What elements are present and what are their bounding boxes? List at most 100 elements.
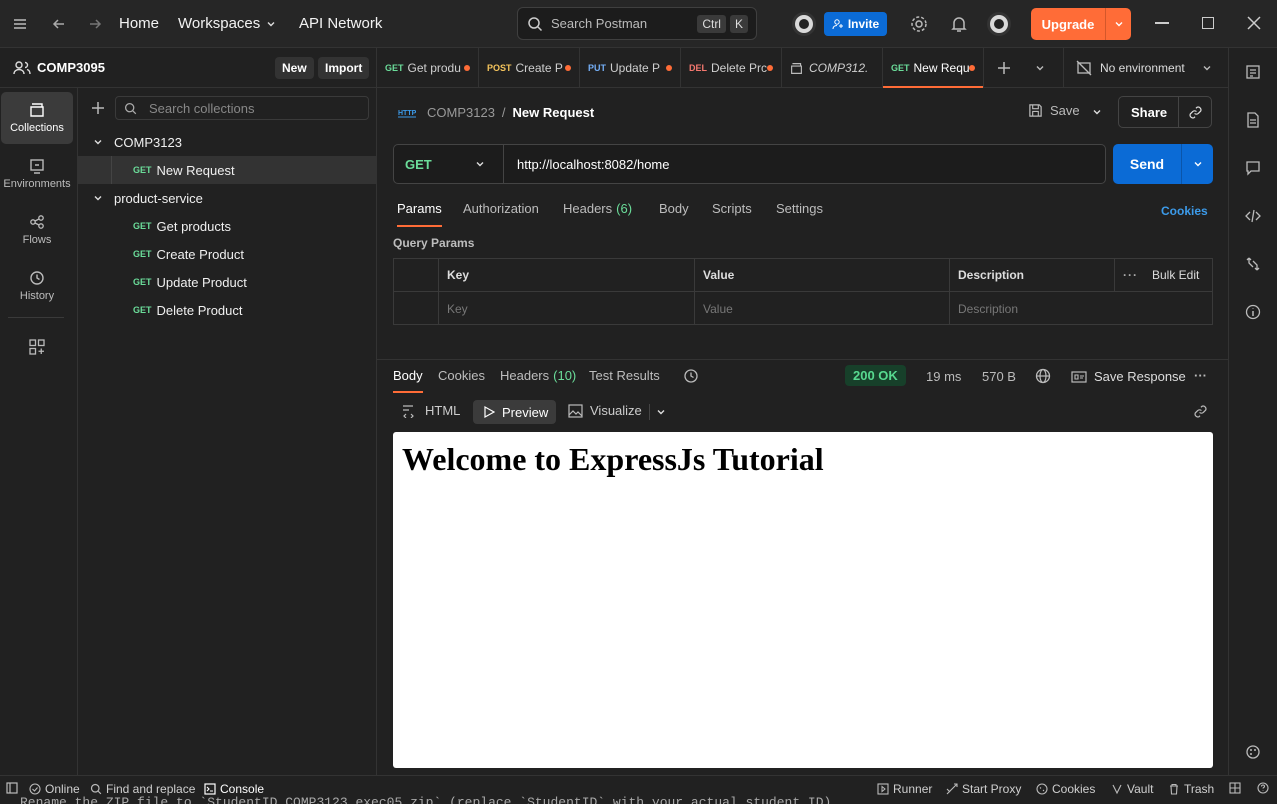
search-input[interactable]: Search Postman Ctrl K	[517, 7, 757, 40]
configure-sidebar-icon[interactable]	[29, 339, 45, 355]
toggle-sidebar-icon[interactable]	[6, 782, 18, 794]
tab-scripts[interactable]: Scripts	[712, 201, 752, 227]
request-get-products[interactable]: GET Get products	[78, 212, 376, 240]
tab-headers[interactable]: Headers (6)	[563, 201, 632, 227]
send-button[interactable]: Send	[1113, 144, 1213, 184]
tab-create-product[interactable]: POST Create P	[479, 48, 580, 88]
bulk-edit-button[interactable]: Bulk Edit	[1152, 268, 1199, 282]
response-size[interactable]: 570 B	[982, 369, 1016, 384]
key-input[interactable]: Key	[439, 292, 695, 325]
tab-settings[interactable]: Settings	[776, 201, 823, 227]
tab-body[interactable]: Body	[659, 201, 689, 227]
related-icon[interactable]	[1245, 256, 1261, 272]
workspaces-menu[interactable]: Workspaces	[178, 15, 276, 32]
response-time[interactable]: 19 ms	[926, 369, 961, 384]
start-proxy-button[interactable]: Start Proxy	[946, 782, 1021, 796]
settings-icon[interactable]	[910, 15, 928, 33]
url-input[interactable]: http://localhost:8082/home	[505, 145, 1105, 183]
theme-icon[interactable]	[1245, 744, 1261, 760]
help-icon[interactable]	[1257, 782, 1269, 794]
send-options[interactable]	[1181, 144, 1213, 184]
info-doc-icon[interactable]	[1245, 112, 1261, 128]
cookies-link[interactable]: Cookies	[1161, 204, 1208, 218]
documentation-icon[interactable]	[1245, 64, 1261, 80]
method-select[interactable]: GET	[394, 145, 504, 183]
info-icon[interactable]	[1245, 304, 1261, 320]
view-html-button[interactable]: HTML	[402, 403, 460, 418]
view-visualize-button[interactable]: Visualize	[568, 403, 642, 418]
save-button[interactable]: Save	[1028, 103, 1080, 118]
status-badge[interactable]: 200 OK	[845, 365, 906, 386]
import-button[interactable]: Import	[318, 57, 370, 79]
online-status[interactable]: Online	[29, 782, 80, 796]
save-response-button[interactable]: Save Response	[1071, 369, 1186, 384]
home-link[interactable]: Home	[119, 15, 159, 32]
maximize-icon[interactable]	[1202, 17, 1214, 29]
find-replace-button[interactable]: Find and replace	[90, 782, 195, 796]
layout-icon[interactable]	[1229, 782, 1241, 794]
response-more-icon[interactable]: ···	[1194, 368, 1207, 383]
tab-comp3123[interactable]: COMP312.	[782, 48, 883, 88]
network-icon[interactable]	[1035, 368, 1051, 384]
description-input[interactable]: Description	[950, 292, 1213, 325]
response-tab-headers[interactable]: Headers (10)	[500, 368, 576, 393]
more-icon[interactable]: ···	[1123, 268, 1138, 282]
code-icon[interactable]	[1245, 208, 1261, 224]
environment-selector[interactable]: No environment	[1063, 48, 1228, 88]
collection-product-service[interactable]: product-service	[78, 184, 376, 212]
upgrade-button[interactable]: Upgrade	[1031, 8, 1131, 40]
new-tab-icon[interactable]	[997, 61, 1011, 75]
view-preview-button[interactable]: Preview	[473, 400, 556, 424]
breadcrumb-collection[interactable]: COMP3123	[427, 105, 495, 120]
pane-divider[interactable]	[377, 359, 1228, 360]
response-tab-body[interactable]: Body	[393, 368, 423, 393]
search-collections-input[interactable]: Search collections	[115, 96, 369, 120]
share-button[interactable]: Share	[1118, 96, 1212, 128]
request-delete-product[interactable]: GET Delete Product	[78, 296, 376, 324]
request-create-product[interactable]: GET Create Product	[78, 240, 376, 268]
add-collection-icon[interactable]	[91, 101, 105, 115]
value-input[interactable]: Value	[695, 292, 950, 325]
upgrade-dropdown[interactable]	[1105, 8, 1131, 40]
copy-response-link-icon[interactable]	[1193, 404, 1208, 419]
response-tab-test-results[interactable]: Test Results	[589, 368, 660, 393]
save-options-icon[interactable]	[1092, 107, 1102, 117]
tab-new-request[interactable]: GET New Requ	[883, 48, 984, 88]
rail-flows[interactable]: Flows	[1, 204, 73, 256]
notifications-icon[interactable]	[950, 15, 968, 33]
rail-history[interactable]: History	[1, 260, 73, 312]
comments-icon[interactable]	[1245, 160, 1261, 176]
invite-button[interactable]: Invite	[824, 12, 887, 36]
profile-avatar[interactable]	[987, 12, 1011, 36]
tabs-overflow-icon[interactable]	[1035, 63, 1045, 73]
response-history-icon[interactable]	[683, 368, 699, 384]
trash-button[interactable]: Trash	[1168, 782, 1214, 796]
tab-params[interactable]: Params	[397, 201, 442, 227]
menu-icon[interactable]	[12, 17, 28, 31]
workspace-name[interactable]: COMP3095	[37, 60, 105, 75]
avatar[interactable]	[792, 12, 816, 36]
breadcrumb-request[interactable]: New Request	[513, 105, 595, 120]
rail-environments[interactable]: Environments	[1, 148, 73, 200]
tab-get-products[interactable]: GET Get produ	[377, 48, 479, 88]
copy-link-button[interactable]	[1178, 97, 1212, 127]
api-network-link[interactable]: API Network	[299, 15, 382, 32]
vault-button[interactable]: Vault	[1111, 782, 1153, 796]
tab-update-product[interactable]: PUT Update P	[580, 48, 681, 88]
tab-authorization[interactable]: Authorization	[463, 201, 539, 227]
minimize-icon[interactable]	[1155, 22, 1169, 24]
back-icon[interactable]	[51, 16, 67, 32]
visualize-options-icon[interactable]	[656, 407, 666, 417]
tab-delete-product[interactable]: DEL Delete Prc	[681, 48, 782, 88]
runner-button[interactable]: Runner	[877, 782, 932, 796]
console-button[interactable]: Console	[204, 782, 264, 796]
request-update-product[interactable]: GET Update Product	[78, 268, 376, 296]
new-button[interactable]: New	[275, 57, 314, 79]
response-tab-cookies[interactable]: Cookies	[438, 368, 485, 393]
close-icon[interactable]	[1247, 16, 1261, 30]
request-new-request[interactable]: GET New Request	[78, 156, 376, 184]
rail-collections[interactable]: Collections	[1, 92, 73, 144]
cookies-button[interactable]: Cookies	[1036, 782, 1095, 796]
forward-icon[interactable]	[87, 16, 103, 32]
collection-comp3123[interactable]: COMP3123	[78, 128, 376, 156]
